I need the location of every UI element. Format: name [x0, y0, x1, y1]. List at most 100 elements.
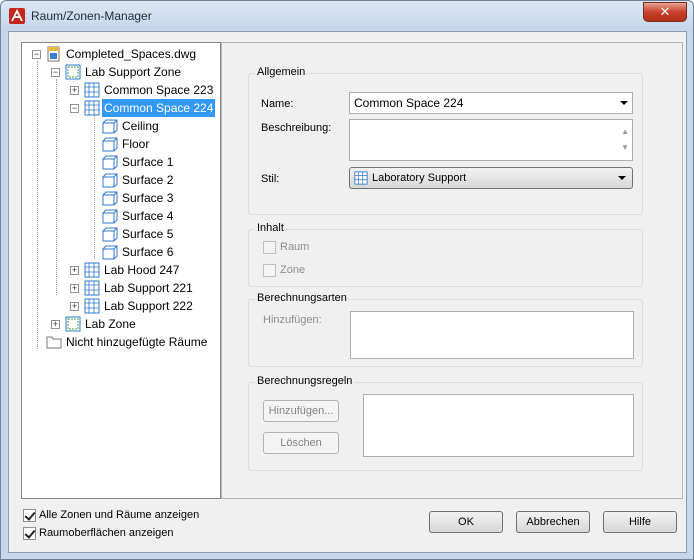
surface-icon: [102, 173, 118, 188]
tree-item-surface[interactable]: Floor: [22, 135, 220, 153]
show-surfaces-checkbox[interactable]: [23, 527, 36, 540]
tree-item-surface[interactable]: Surface 1: [22, 153, 220, 171]
tree-item-label: Lab Support 221: [104, 281, 193, 295]
space-icon: [84, 280, 100, 296]
ok-button[interactable]: OK: [429, 511, 503, 533]
collapse-icon[interactable]: −: [70, 104, 79, 113]
dropdown-arrow-icon[interactable]: [620, 101, 628, 105]
general-group-title: Allgemein: [255, 66, 308, 78]
zone-icon: [65, 316, 81, 332]
space-icon: [84, 262, 100, 278]
style-value: Laboratory Support: [372, 172, 467, 184]
calc-rules-group: Berechnungsregeln Hinzufügen... Löschen: [248, 375, 643, 471]
space-style-icon: [354, 171, 368, 185]
tree-item-label: Surface 3: [122, 191, 174, 205]
tree-item-surface[interactable]: Surface 2: [22, 171, 220, 189]
tree-item-label: Common Space 224: [102, 99, 216, 117]
calc-types-group-title: Berechnungsarten: [255, 292, 349, 304]
scroll-down-icon[interactable]: ▼: [621, 138, 629, 158]
description-label: Beschreibung:: [261, 122, 332, 134]
zone-icon: [65, 64, 81, 80]
room-checkbox[interactable]: [263, 241, 276, 254]
help-button[interactable]: Hilfe: [603, 511, 677, 533]
dialog-window: Raum/Zonen-Manager ✕ − Completed_Spaces.…: [0, 0, 694, 560]
space-icon: [84, 100, 100, 116]
surface-icon: [102, 155, 118, 170]
content-group: Inhalt Raum Zone: [248, 222, 643, 287]
surface-icon: [102, 119, 118, 134]
show-all-checkbox[interactable]: [23, 509, 36, 522]
calc-rules-delete-button[interactable]: Löschen: [263, 432, 339, 454]
drawing-file-icon: [47, 46, 60, 62]
calc-types-group: Berechnungsarten Hinzufügen:: [248, 292, 643, 367]
tree-item-space[interactable]: + Common Space 223: [22, 81, 220, 99]
tree-item-zone[interactable]: + Lab Zone: [22, 315, 220, 333]
tree-item-label: Floor: [122, 137, 150, 151]
tree-item-label: Surface 5: [122, 227, 174, 241]
name-combobox[interactable]: Common Space 224: [349, 92, 633, 114]
room-label: Raum: [280, 241, 310, 253]
expand-icon[interactable]: +: [70, 266, 79, 275]
tree-item-space[interactable]: + Lab Support 221: [22, 279, 220, 297]
zone-checkbox[interactable]: [263, 264, 276, 277]
calc-types-list[interactable]: [350, 311, 634, 359]
surface-icon: [102, 245, 118, 260]
collapse-icon[interactable]: −: [51, 68, 60, 77]
cancel-button[interactable]: Abbrechen: [516, 511, 590, 533]
tree-item-surface[interactable]: Surface 4: [22, 207, 220, 225]
tree-item-space[interactable]: + Lab Support 222: [22, 297, 220, 315]
expand-icon[interactable]: +: [70, 86, 79, 95]
show-all-label: Alle Zonen und Räume anzeigen: [39, 509, 200, 521]
tree-item-space[interactable]: + Lab Hood 247: [22, 261, 220, 279]
calc-types-add-label: Hinzufügen:: [263, 314, 322, 326]
calc-rules-group-title: Berechnungsregeln: [255, 375, 355, 387]
space-icon: [84, 82, 100, 98]
tree-item-label: Completed_Spaces.dwg: [66, 47, 197, 61]
surface-icon: [102, 191, 118, 206]
style-label: Stil:: [261, 173, 280, 185]
properties-panel: Allgemein Name: Common Space 224 Beschre…: [221, 42, 683, 499]
tree-item-label: Ceiling: [122, 119, 159, 133]
surface-icon: [102, 137, 118, 152]
close-button[interactable]: ✕: [643, 2, 687, 22]
space-tree[interactable]: − Completed_Spaces.dwg − Lab Support Zon…: [21, 42, 221, 499]
folder-icon: [46, 336, 62, 349]
show-surfaces-label: Raumoberflächen anzeigen: [39, 527, 174, 539]
space-icon: [84, 298, 100, 314]
dialog-client: − Completed_Spaces.dwg − Lab Support Zon…: [8, 31, 687, 553]
tree-item-label: Lab Support 222: [104, 299, 193, 313]
collapse-icon[interactable]: −: [32, 50, 41, 59]
tree-item-surface[interactable]: Surface 6: [22, 243, 220, 261]
tree-item-label: Lab Hood 247: [104, 263, 180, 277]
tree-item-surface[interactable]: Surface 5: [22, 225, 220, 243]
title-bar[interactable]: Raum/Zonen-Manager ✕: [1, 1, 693, 31]
tree-item-label: Surface 2: [122, 173, 174, 187]
tree-item-surface[interactable]: Ceiling: [22, 117, 220, 135]
name-label: Name:: [261, 98, 294, 110]
tree-item-drawing[interactable]: − Completed_Spaces.dwg: [22, 45, 220, 63]
tree-item-label: Lab Support Zone: [85, 65, 182, 79]
expand-icon[interactable]: +: [70, 284, 79, 293]
tree-item-label: Lab Zone: [85, 317, 136, 331]
dropdown-arrow-icon[interactable]: [618, 176, 626, 180]
tree-item-label: Nicht hinzugefügte Räume: [66, 335, 208, 349]
name-value: Common Space 224: [354, 96, 464, 110]
calc-rules-add-button[interactable]: Hinzufügen...: [263, 400, 339, 422]
tree-item-label: Surface 1: [122, 155, 174, 169]
tree-item-label: Surface 4: [122, 209, 174, 223]
autocad-icon: [9, 8, 25, 24]
calc-rules-list[interactable]: [363, 394, 634, 457]
window-title: Raum/Zonen-Manager: [31, 9, 152, 23]
description-textarea[interactable]: ▲ ▼: [349, 119, 633, 161]
tree-item-zone[interactable]: − Lab Support Zone: [22, 63, 220, 81]
tree-item-surface[interactable]: Surface 3: [22, 189, 220, 207]
expand-icon[interactable]: +: [70, 302, 79, 311]
surface-icon: [102, 209, 118, 224]
surface-icon: [102, 227, 118, 242]
tree-item-space-selected[interactable]: − Common Space 224: [22, 99, 220, 117]
tree-item-label: Common Space 223: [104, 83, 214, 97]
expand-icon[interactable]: +: [51, 320, 60, 329]
tree-item-unassigned[interactable]: Nicht hinzugefügte Räume: [22, 333, 220, 351]
general-group: Allgemein Name: Common Space 224 Beschre…: [248, 66, 643, 215]
style-dropdown[interactable]: Laboratory Support: [349, 167, 633, 189]
